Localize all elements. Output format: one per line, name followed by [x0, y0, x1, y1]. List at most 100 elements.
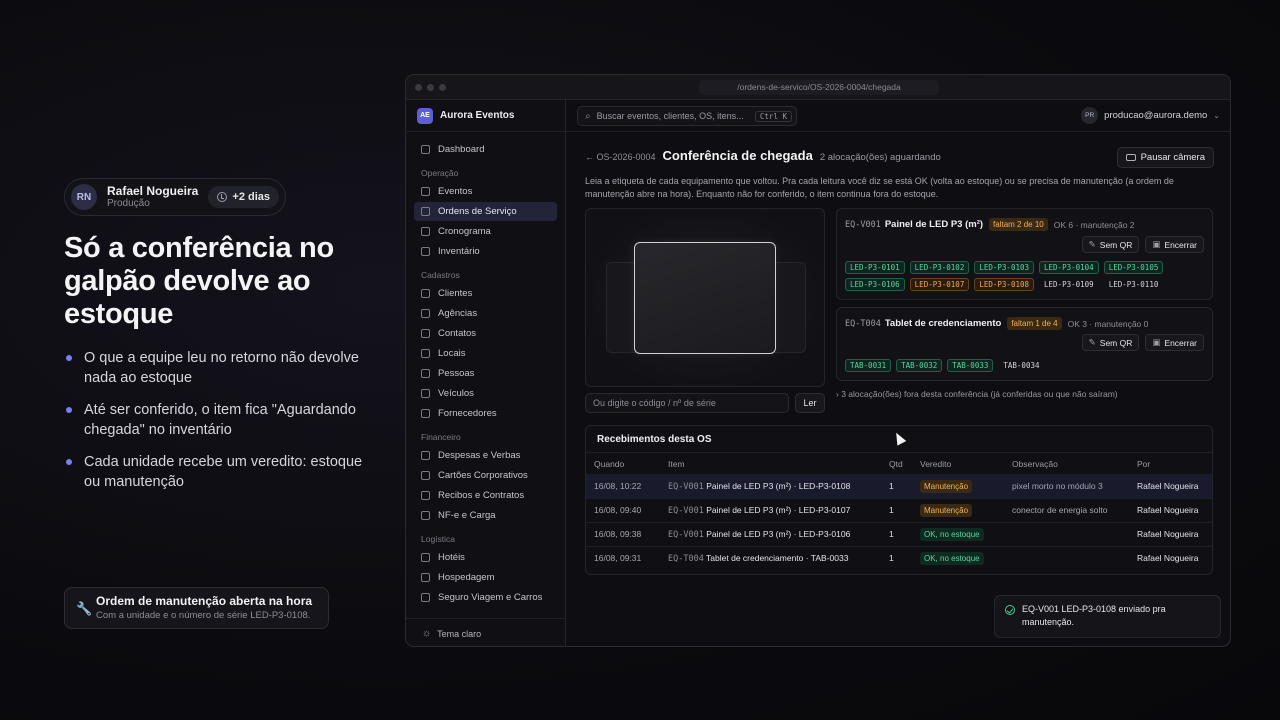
receipts-table: Recebimentos desta OS Quando Item Qtd Ve…	[585, 425, 1213, 575]
account-menu[interactable]: PR producao@aurora.demo ⌄	[1081, 107, 1220, 124]
sidebar-item-clientes[interactable]: Clientes	[414, 284, 557, 303]
sidebar-item-inventario[interactable]: Inventário	[414, 242, 557, 261]
verdict-badge: OK, no estoque	[920, 552, 984, 565]
sidebar-item-label: Eventos	[438, 186, 473, 197]
table-header: Quando Item Qtd Veredito Observação Por	[586, 453, 1212, 475]
sidebar-item-seguro[interactable]: Seguro Viagem e Carros	[414, 588, 557, 607]
column-header: Quando	[594, 459, 625, 469]
table-row[interactable]: 16/08, 09:40 EQ-V001 Painel de LED P3 (m²…	[586, 499, 1212, 523]
sidebar-item-label: Cronograma	[438, 226, 491, 237]
column-header: Observação	[1012, 459, 1058, 469]
serial-chip[interactable]: LED-P3-0110	[1104, 278, 1164, 291]
serial-chip[interactable]: TAB-0033	[947, 359, 994, 372]
sidebar-item-veiculos[interactable]: Veículos	[414, 384, 557, 403]
sidebar-item-label: Seguro Viagem e Carros	[438, 592, 543, 603]
close-item-button[interactable]: ▣ Encerrar	[1145, 236, 1204, 253]
serial-chip[interactable]: TAB-0034	[998, 359, 1044, 372]
serial-chip[interactable]: LED-P3-0107	[909, 278, 970, 291]
close-window-dot[interactable]	[415, 84, 422, 91]
toast-message: EQ-V001 LED-P3-0108 enviado pra manutenç…	[1022, 604, 1166, 627]
verdict-badge: Manutenção	[920, 480, 973, 493]
equipment-name: Tablet de credenciamento	[884, 318, 1002, 329]
sidebar-item-fornecedores[interactable]: Fornecedores	[414, 404, 557, 423]
sidebar-item-locais[interactable]: Locais	[414, 344, 557, 363]
sidebar-item-recibos[interactable]: Recibos e Contratos	[414, 486, 557, 505]
credit-card-icon	[421, 471, 430, 480]
read-button[interactable]: Ler	[795, 393, 825, 413]
sidebar-item-hospedagem[interactable]: Hospedagem	[414, 568, 557, 587]
cell-when: 16/08, 09:38	[594, 529, 642, 539]
sidebar-item-despesas[interactable]: Despesas e Verbas	[414, 446, 557, 465]
callout-subtitle: Com a unidade e o número de série LED-P3…	[96, 610, 311, 621]
sidebar-item-label: Fornecedores	[438, 408, 497, 419]
sidebar-item-ordens-de-servico[interactable]: Ordens de Serviço	[414, 202, 557, 221]
no-qr-label: Sem QR	[1099, 337, 1133, 348]
search-input[interactable]: ⌕ Buscar eventos, clientes, OS, itens...…	[577, 106, 797, 126]
days-badge-label: +2 dias	[232, 191, 270, 203]
back-link[interactable]: ← OS-2026-0004	[585, 152, 656, 162]
shield-icon	[421, 593, 430, 602]
serial-chip[interactable]: LED-P3-0106	[845, 278, 905, 291]
outside-allocations-toggle[interactable]: › 3 alocação(ões) fora desta conferência…	[836, 389, 1118, 399]
cell-qty: 1	[889, 505, 894, 515]
page-title: Conferência de chegada	[662, 148, 813, 163]
no-qr-button[interactable]: ✎ Sem QR	[1081, 236, 1140, 253]
no-qr-button[interactable]: ✎ Sem QR	[1081, 334, 1140, 351]
callout-title: Ordem de manutenção aberta na hora	[96, 594, 313, 608]
serial-chip[interactable]: TAB-0032	[896, 359, 943, 372]
table-row[interactable]: 16/08, 09:31 EQ-T004 Tablet de credenciam…	[586, 547, 1212, 571]
missing-badge: faltam 1 de 4	[1007, 317, 1062, 330]
item-code: EQ-V001	[668, 506, 704, 516]
table-row[interactable]: 16/08, 10:22 EQ-V001 Painel de LED P3 (m²…	[586, 475, 1212, 499]
serial-chip[interactable]: LED-P3-0101	[845, 261, 905, 274]
serial-chip[interactable]: TAB-0031	[845, 359, 892, 372]
sidebar-item-label: Veículos	[438, 388, 474, 399]
verdict-badge: OK, no estoque	[920, 528, 984, 541]
sidebar-item-nfe[interactable]: NF-e e Carga	[414, 506, 557, 525]
serial-chip[interactable]: LED-P3-0105	[1103, 261, 1164, 274]
sidebar-section-title: Financeiro	[421, 432, 461, 442]
sidebar-item-dashboard[interactable]: Dashboard	[414, 140, 557, 159]
sidebar-item-label: Hotéis	[438, 552, 465, 563]
sidebar-item-label: Clientes	[438, 288, 473, 299]
minimize-window-dot[interactable]	[427, 84, 434, 91]
serial-chip[interactable]: LED-P3-0103	[974, 261, 1035, 274]
title-bar: /ordens-de-servico/OS-2026-0004/chegada	[406, 75, 1230, 100]
sidebar-item-agencias[interactable]: Agências	[414, 304, 557, 323]
no-qr-label: Sem QR	[1099, 239, 1133, 250]
table-row[interactable]: 16/08, 09:38 EQ-V001 Painel de LED P3 (m²…	[586, 523, 1212, 547]
sidebar-item-hoteis[interactable]: Hotéis	[414, 548, 557, 567]
sidebar-item-cronograma[interactable]: Cronograma	[414, 222, 557, 241]
equipment-header: EQ-V001 Painel de LED P3 (m²) faltam 2 d…	[845, 218, 1135, 231]
sidebar-item-cartoes[interactable]: Cartões Corporativos	[414, 466, 557, 485]
person-icon	[421, 369, 430, 378]
close-item-button[interactable]: ▣ Encerrar	[1145, 334, 1204, 351]
sidebar-item-pessoas[interactable]: Pessoas	[414, 364, 557, 383]
pause-camera-button[interactable]: Pausar câmera	[1116, 147, 1214, 168]
sidebar-item-eventos[interactable]: Eventos	[414, 182, 557, 201]
cell-item: EQ-T004 Tablet de credenciamento · TAB-0…	[668, 547, 848, 571]
schedule-icon	[421, 227, 430, 236]
equipment-code: EQ-V001	[845, 219, 881, 230]
sidebar-item-contatos[interactable]: Contatos	[414, 324, 557, 343]
serial-chip[interactable]: LED-P3-0109	[1039, 278, 1099, 291]
serial-chip[interactable]: LED-P3-0108	[974, 278, 1035, 291]
sidebar-item-label: Cartões Corporativos	[438, 470, 528, 481]
code-input[interactable]: Ou digite o código / nº de série	[585, 393, 789, 413]
equipment-card: EQ-V001 Painel de LED P3 (m²) faltam 2 d…	[836, 208, 1213, 300]
serial-chip[interactable]: LED-P3-0102	[909, 261, 970, 274]
item-code: EQ-V001	[668, 530, 704, 540]
chevron-down-icon: ⌄	[1213, 111, 1220, 120]
toast-notification: EQ-V001 LED-P3-0108 enviado pra manutenç…	[994, 595, 1221, 638]
sidebar-item-label: Ordens de Serviço	[438, 206, 517, 217]
brand[interactable]: AE Aurora Eventos	[406, 100, 565, 132]
shortcut-hint: Ctrl K	[754, 110, 792, 122]
serial-chip[interactable]: LED-P3-0104	[1039, 261, 1099, 274]
item-description: Painel de LED P3 (m²) · LED-P3-0108	[706, 481, 851, 491]
maximize-window-dot[interactable]	[439, 84, 446, 91]
theme-toggle[interactable]: ☼ Tema claro	[406, 618, 565, 646]
item-code: EQ-V001	[668, 482, 704, 492]
equipment-actions: ✎ Sem QR ▣ Encerrar	[1081, 334, 1204, 351]
bullet-item: Até ser conferido, o item fica "Aguardan…	[64, 400, 364, 440]
url-bar[interactable]: /ordens-de-servico/OS-2026-0004/chegada	[699, 80, 939, 95]
